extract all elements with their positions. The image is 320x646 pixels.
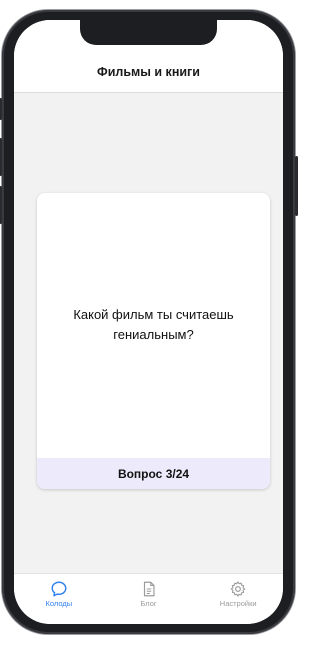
side-button-left-2	[0, 138, 2, 176]
page-title: Фильмы и книги	[97, 65, 200, 79]
side-button-right	[295, 156, 298, 216]
tab-decks-label: Колоды	[45, 599, 73, 608]
document-icon	[143, 581, 155, 597]
tab-blog-label: Блог	[140, 599, 157, 608]
app-screen: Фильмы и книги Какой фильм ты считаешь г…	[14, 20, 283, 624]
card-footer: Вопрос 3/24	[37, 458, 270, 489]
question-card[interactable]: Какой фильм ты считаешь гениальным? Вопр…	[37, 193, 270, 489]
tab-decks[interactable]: Колоды	[14, 574, 104, 624]
phone-frame: Фильмы и книги Какой фильм ты считаешь г…	[0, 10, 298, 634]
side-button-left-3	[0, 186, 2, 224]
tab-settings-label: Настройки	[219, 599, 257, 608]
notch	[80, 20, 217, 45]
chat-bubble-icon	[51, 581, 67, 597]
tab-settings[interactable]: Настройки	[193, 574, 283, 624]
question-text: Какой фильм ты считаешь гениальным?	[73, 307, 234, 342]
gear-icon	[230, 581, 246, 597]
question-counter: Вопрос 3/24	[117, 466, 190, 481]
tab-bar: Колоды Блог Настройки	[14, 573, 283, 624]
side-button-left-1	[0, 98, 2, 120]
tab-blog[interactable]: Блог	[104, 574, 194, 624]
